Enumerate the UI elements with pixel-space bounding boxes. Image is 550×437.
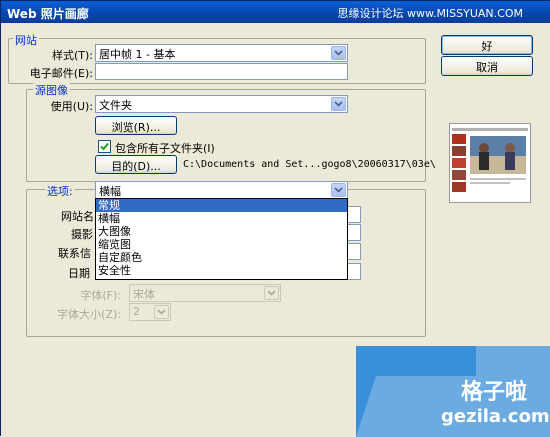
watermark-badge: 格子啦 gezila.com [356, 346, 550, 437]
font-select-value: 宋体 [133, 288, 155, 301]
photographer-field[interactable] [347, 224, 361, 241]
chevron-down-icon[interactable] [331, 183, 346, 197]
style-select[interactable]: 居中帧 1 - 基本 [95, 44, 348, 62]
checkmark-icon [100, 142, 109, 151]
dropdown-item[interactable]: 横幅 [96, 212, 347, 225]
dropdown-item[interactable]: 常规 [96, 199, 347, 212]
options-dropdown-list: 常规 横幅 大图像 缩览图 自定颜色 安全性 [95, 198, 348, 280]
font-size-select[interactable]: 2 [129, 303, 171, 321]
options-legend: 选项: [45, 183, 75, 199]
dropdown-item[interactable]: 安全性 [96, 264, 347, 277]
include-subfolders-checkbox[interactable] [98, 140, 111, 153]
contact-label: 联系信 [58, 247, 91, 260]
email-label: 电子邮件(E): [29, 67, 93, 80]
dropdown-item[interactable]: 自定颜色 [96, 251, 347, 264]
dropdown-item[interactable]: 缩览图 [96, 238, 347, 251]
use-label: 使用(U): [50, 100, 93, 113]
font-size-select-value: 2 [133, 305, 140, 318]
style-label: 样式(T): [51, 49, 93, 62]
include-subfolders-label[interactable]: 包含所有子文件夹(I) [115, 140, 215, 156]
font-select[interactable]: 宋体 [129, 284, 281, 302]
source-legend: 源图像 [33, 82, 70, 98]
dropdown-item[interactable]: 大图像 [96, 225, 347, 238]
photographer-label: 摄影 [71, 228, 93, 241]
gallery-preview-image [450, 124, 530, 202]
site-name-field[interactable] [347, 206, 361, 223]
use-select[interactable]: 文件夹 [95, 95, 348, 113]
cancel-button[interactable]: 取消 [441, 56, 533, 76]
title-bar[interactable]: Web 照片画廊 思缘设计论坛 www.MISSYUAN.COM [1, 1, 550, 23]
ok-button[interactable]: 好 [441, 35, 533, 55]
chevron-down-icon[interactable] [331, 46, 346, 60]
chevron-down-icon[interactable] [331, 97, 346, 111]
chevron-down-icon[interactable] [154, 305, 169, 319]
destination-path: C:\Documents and Set...gogo8\20060317\03… [183, 159, 436, 170]
browse-button[interactable]: 浏览(R)... [95, 116, 177, 135]
style-select-value: 居中帧 1 - 基本 [99, 48, 176, 61]
preview-thumbnail [449, 123, 531, 203]
dialog-window: Web 照片画廊 思缘设计论坛 www.MISSYUAN.COM 好 取消 网站… [0, 0, 550, 437]
chevron-down-icon[interactable] [264, 286, 279, 300]
options-select[interactable]: 横幅 [95, 181, 348, 199]
use-select-value: 文件夹 [99, 99, 132, 112]
site-name-label: 网站名 [61, 210, 94, 223]
badge-brand: 格子啦 [461, 380, 528, 405]
date-label: 日期 [68, 267, 90, 280]
destination-button[interactable]: 目的(D)... [95, 155, 177, 174]
email-field[interactable] [95, 63, 348, 80]
window-title: Web 照片画廊 [7, 7, 89, 21]
font-size-label: 字体大小(Z): [57, 308, 121, 321]
contact-field[interactable] [347, 243, 361, 260]
options-select-value: 横幅 [99, 185, 121, 198]
badge-url: gezila.com [441, 406, 550, 427]
site-legend: 网站 [13, 32, 39, 48]
watermark-text: 思缘设计论坛 www.MISSYUAN.COM [337, 7, 523, 20]
font-label: 字体(F): [80, 289, 121, 302]
